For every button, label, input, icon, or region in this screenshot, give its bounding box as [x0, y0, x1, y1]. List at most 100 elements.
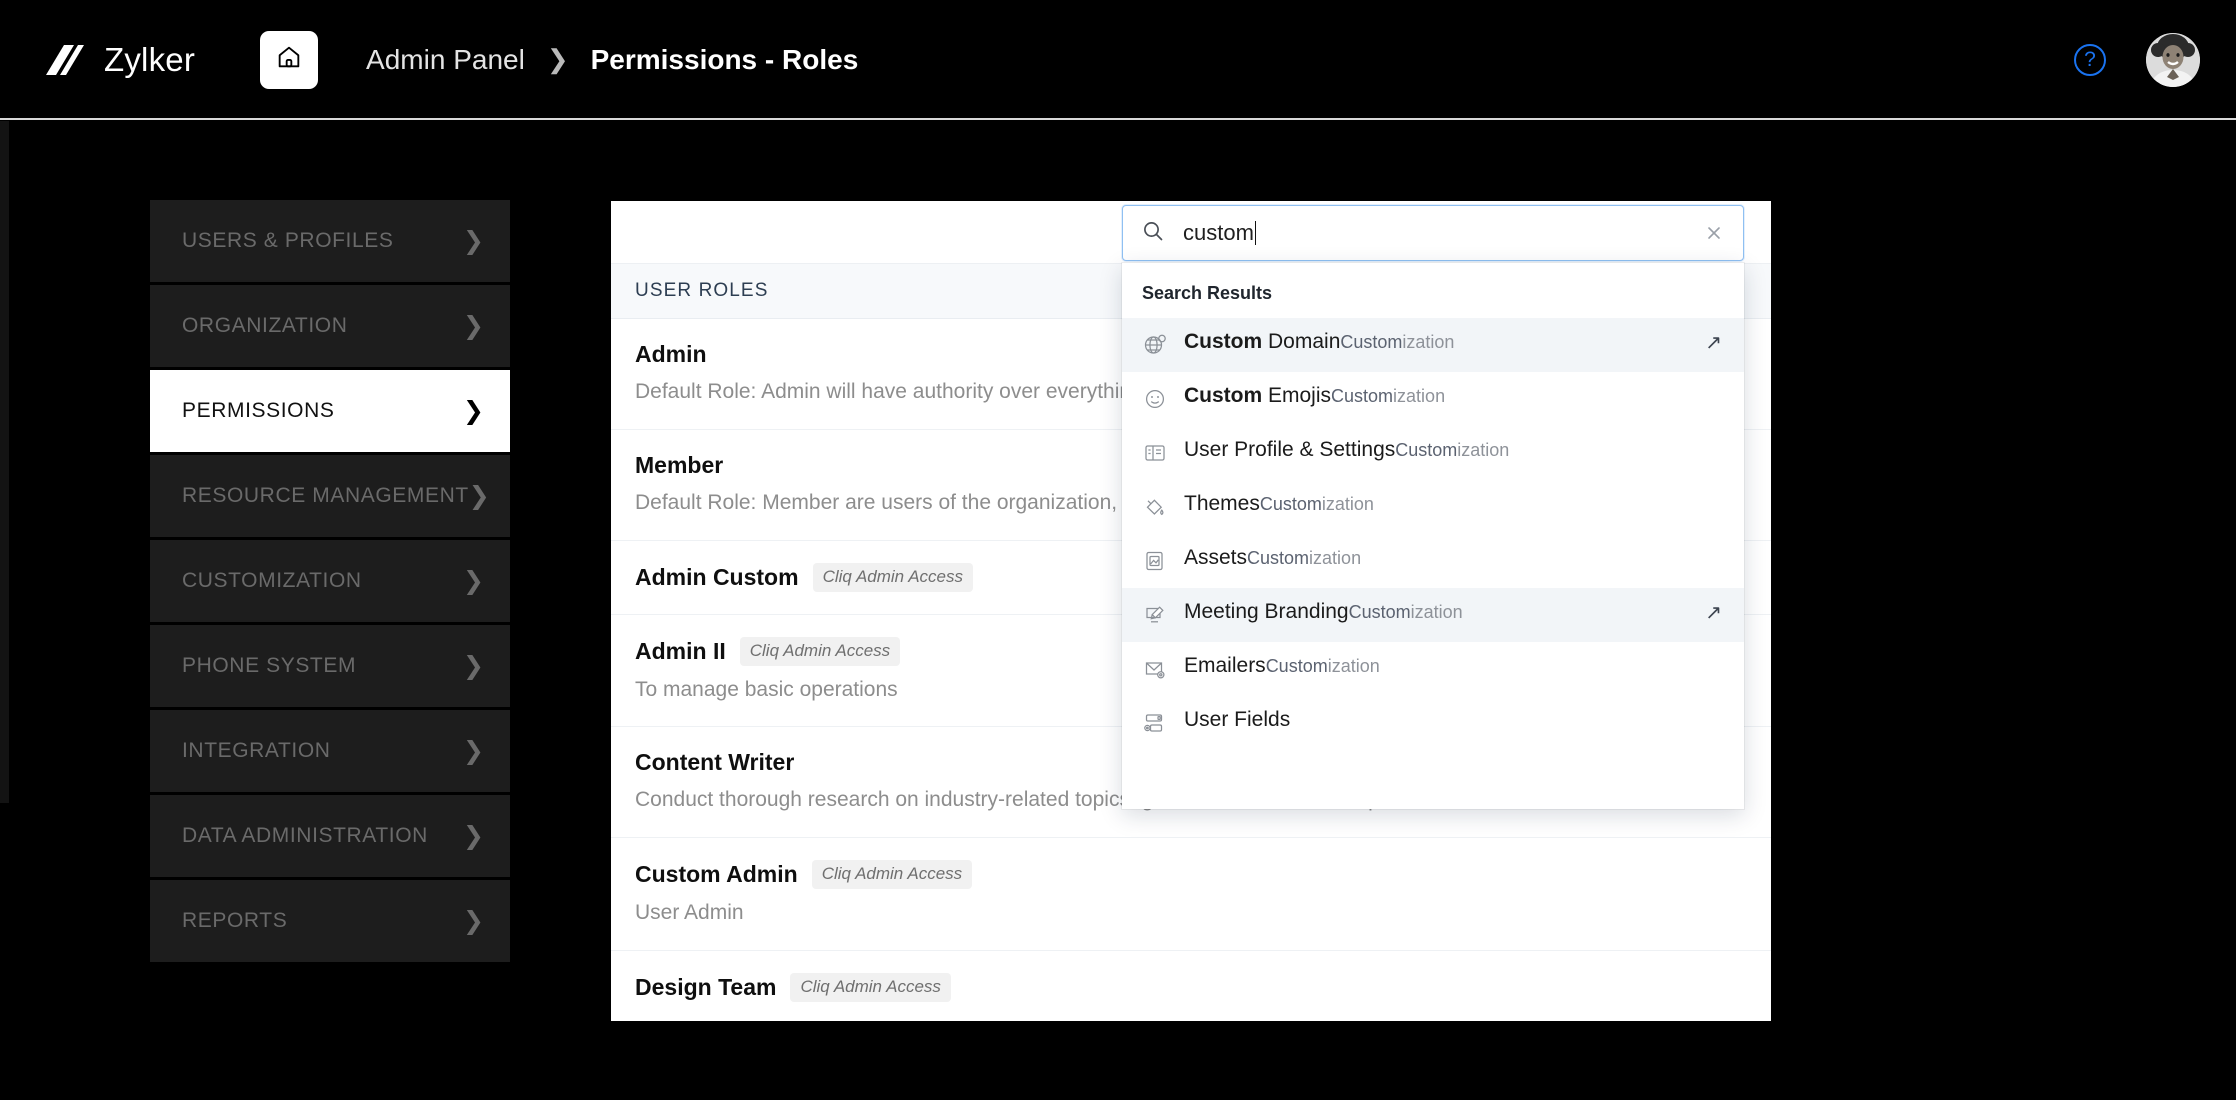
- search-input-value: custom: [1183, 220, 1254, 245]
- search-result-title: Emailers: [1184, 654, 1266, 677]
- header-divider: [0, 118, 2236, 120]
- search-results-list: Custom DomainCustomization ↗ Custom Emojis…: [1122, 318, 1744, 750]
- search-result-category-rest: ization: [1457, 440, 1510, 460]
- chevron-right-icon: ❯: [463, 736, 484, 765]
- globe-icon: [1140, 330, 1170, 360]
- search-result-category-match: Custom: [1259, 494, 1322, 514]
- sidebar-item-customization[interactable]: CUSTOMIZATION ❯: [150, 540, 510, 622]
- role-name: Design Team: [635, 974, 777, 1001]
- role-title-line: Custom Admin Cliq Admin Access: [635, 860, 1743, 890]
- role-name: Member: [635, 451, 724, 478]
- role-name: Admin Custom: [635, 563, 799, 590]
- home-button[interactable]: [260, 30, 319, 89]
- sidebar-item-phone-system[interactable]: PHONE SYSTEM ❯: [150, 625, 510, 707]
- search-result-meeting-branding[interactable]: Meeting BrandingCustomization ↗: [1122, 588, 1744, 642]
- sidebar-item-reports[interactable]: REPORTS ❯: [150, 880, 510, 962]
- sidebar-item-label: REPORTS: [182, 909, 288, 932]
- role-name: Admin II: [635, 637, 726, 664]
- chevron-right-icon: ❯: [463, 566, 484, 595]
- top-bar-actions: ?: [2074, 0, 2200, 119]
- sidebar-item-label: ORGANIZATION: [182, 314, 348, 337]
- search-result-title: User Fields: [1184, 708, 1290, 731]
- search-result-category: Customization: [1331, 386, 1445, 406]
- sidebar-item-users-profiles[interactable]: USERS & PROFILES ❯: [150, 200, 510, 282]
- search-results-dropdown: Search Results Custom DomainCustomizatio…: [1122, 263, 1744, 809]
- search-result-title: Themes: [1184, 492, 1260, 515]
- search-result-assets[interactable]: AssetsCustomization: [1122, 534, 1744, 588]
- status-badge: Cliq Admin Access: [739, 636, 901, 666]
- role-row[interactable]: Design Team Cliq Admin Access: [611, 951, 1771, 1024]
- chevron-right-icon: ❯: [463, 226, 484, 255]
- search-result-category-rest: ization: [1402, 332, 1455, 352]
- avatar[interactable]: [2146, 32, 2200, 87]
- chevron-right-icon: ❯: [463, 821, 484, 850]
- role-name: Content Writer: [635, 749, 795, 776]
- search-result-category: Customization: [1266, 656, 1380, 676]
- chevron-right-icon: ❯: [463, 396, 484, 425]
- search-result-match: Custom: [1184, 384, 1263, 407]
- close-icon[interactable]: [1701, 220, 1727, 246]
- breadcrumb-parent[interactable]: Admin Panel: [366, 44, 525, 76]
- external-link-icon[interactable]: ↗: [1705, 333, 1722, 353]
- search-result-category: Customization: [1349, 602, 1463, 622]
- search-result-custom-emojis[interactable]: Custom EmojisCustomization: [1122, 372, 1744, 426]
- status-badge: Cliq Admin Access: [811, 860, 973, 890]
- search-result-category-match: Custom: [1331, 386, 1394, 406]
- search-result-custom-domain[interactable]: Custom DomainCustomization ↗: [1122, 318, 1744, 372]
- role-name: Custom Admin: [635, 861, 798, 888]
- search-result-texts: AssetsCustomization: [1184, 545, 1722, 571]
- search-result-category-match: Custom: [1265, 656, 1328, 676]
- search-result-texts: User Profile & SettingsCustomization: [1184, 437, 1722, 463]
- search-result-user-fields[interactable]: User Fields: [1122, 696, 1744, 750]
- sidebar-item-label: DATA ADMINISTRATION: [182, 824, 428, 847]
- chevron-right-icon: ❯: [468, 481, 490, 510]
- search-input[interactable]: custom: [1183, 220, 1701, 246]
- search-result-category-match: Custom: [1340, 332, 1403, 352]
- sidebar-item-label: PERMISSIONS: [182, 399, 335, 422]
- form-fields-icon: [1140, 708, 1170, 738]
- search-result-emailers[interactable]: EmailersCustomization: [1122, 642, 1744, 696]
- question-circle-icon[interactable]: ?: [2074, 43, 2106, 76]
- search-result-rest: Emailers: [1184, 654, 1266, 677]
- role-row[interactable]: Custom Admin Cliq Admin Access User Admin: [611, 838, 1771, 952]
- text-caret: [1254, 221, 1257, 245]
- search-result-rest: User Profile & Settings: [1184, 438, 1396, 461]
- sidebar-item-label: USERS & PROFILES: [182, 229, 394, 252]
- search-result-title: Custom Domain: [1184, 330, 1340, 353]
- breadcrumb: Admin Panel ❯ Permissions - Roles: [366, 44, 858, 76]
- search-result-rest: Assets: [1184, 546, 1248, 569]
- sidebar-item-organization[interactable]: ORGANIZATION ❯: [150, 285, 510, 367]
- search-result-category-match: Custom: [1395, 440, 1458, 460]
- page-title: Permissions - Roles: [590, 43, 859, 75]
- search-result-category-rest: ization: [1393, 386, 1446, 406]
- search-result-themes[interactable]: ThemesCustomization: [1122, 480, 1744, 534]
- search-result-rest: Meeting Branding: [1184, 600, 1349, 623]
- sidebar-item-resource-management[interactable]: RESOURCE MANAGEMENT ❯: [150, 455, 510, 537]
- layout-panel-icon: [1140, 438, 1170, 468]
- search-input-box[interactable]: custom: [1122, 205, 1744, 261]
- search-result-texts: EmailersCustomization: [1184, 653, 1722, 679]
- search-result-rest: Domain: [1262, 330, 1341, 353]
- sidebar-item-label: RESOURCE MANAGEMENT: [182, 484, 469, 507]
- brand-name: Zylker: [104, 40, 196, 78]
- search-result-texts: Custom EmojisCustomization: [1184, 383, 1722, 409]
- search-result-title: Assets: [1184, 546, 1247, 569]
- sidebar-item-label: CUSTOMIZATION: [182, 569, 362, 592]
- search-result-category-rest: ization: [1309, 548, 1362, 568]
- sidebar-item-integration[interactable]: INTEGRATION ❯: [150, 710, 510, 792]
- search-result-rest: Themes: [1184, 492, 1260, 515]
- external-link-icon[interactable]: ↗: [1705, 603, 1722, 623]
- status-badge: Cliq Admin Access: [790, 973, 951, 1003]
- sidebar-item-permissions[interactable]: PERMISSIONS ❯: [150, 370, 510, 452]
- sidebar-item-data-administration[interactable]: DATA ADMINISTRATION ❯: [150, 795, 510, 877]
- search-result-category-match: Custom: [1348, 602, 1411, 622]
- search-result-user-profile-settings[interactable]: User Profile & SettingsCustomization: [1122, 426, 1744, 480]
- search-result-category-rest: ization: [1327, 656, 1380, 676]
- brand: Zylker: [40, 36, 196, 83]
- paint-bucket-icon: [1140, 492, 1170, 522]
- global-search: custom Search Results Custom DomainCusto…: [1122, 205, 1744, 809]
- user-roles-header-label: USER ROLES: [635, 280, 769, 301]
- emoji-face-icon: [1140, 384, 1170, 414]
- search-result-texts: User Fields: [1184, 707, 1722, 733]
- role-description: User Admin: [635, 901, 744, 925]
